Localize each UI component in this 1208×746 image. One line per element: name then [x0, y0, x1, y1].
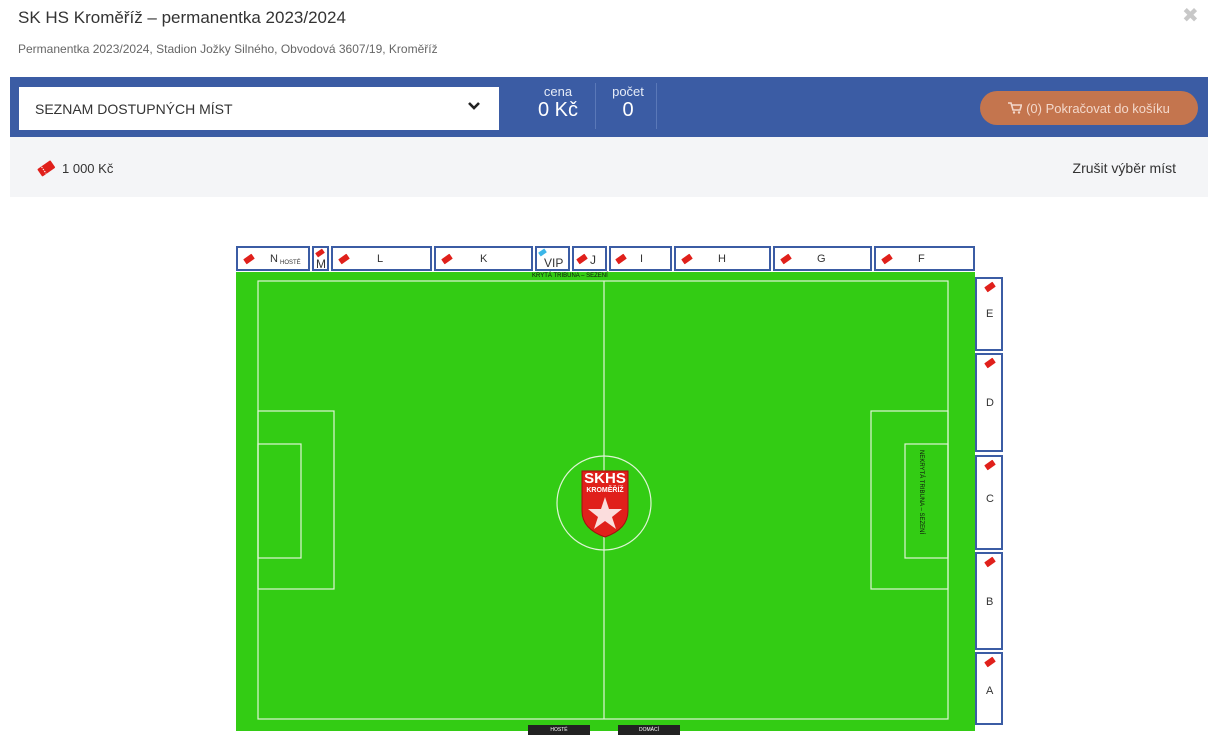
logo-subtext: KROMĚŘÍŽ: [586, 487, 624, 494]
sector-label: D: [986, 397, 994, 409]
sector-c[interactable]: C: [975, 455, 1003, 550]
sector-label: J: [590, 253, 596, 267]
cart-icon: [1008, 102, 1023, 114]
cancel-selection-link[interactable]: Zrušit výběr míst: [1073, 160, 1176, 176]
logo-text: SKHS: [584, 470, 626, 487]
sector-sublabel: HOSTÉ: [280, 260, 301, 266]
price-strip: 1 000 Kč Zrušit výběr míst: [10, 137, 1208, 197]
count-label: počet: [612, 84, 644, 99]
ticket-icon: [984, 556, 996, 568]
page-title: SK HS Kroměříž – permanentka 2023/2024: [18, 8, 346, 27]
sector-m[interactable]: M: [312, 246, 329, 271]
pitch: KRYTÁ TRIBUNA – SEZENÍ NEKRYTÁ TRIBUNA –…: [236, 272, 975, 731]
sector-e[interactable]: E: [975, 277, 1003, 351]
sector-label: A: [986, 685, 994, 697]
sector-label: N: [270, 253, 278, 265]
sector-k[interactable]: K: [434, 246, 533, 271]
price-tag: 1 000 Kč: [36, 159, 113, 177]
page-subtitle: Permanentka 2023/2024, Stadion Jožky Sil…: [18, 42, 438, 56]
sector-f[interactable]: F: [874, 246, 975, 271]
count-box: počet 0: [608, 84, 648, 122]
ticket-icon: [984, 459, 996, 471]
sector-j[interactable]: J: [572, 246, 607, 271]
ticket-icon: [681, 253, 693, 265]
toolbar: SEZNAM DOSTUPNÝCH MÍST cena 0 Kč počet 0…: [10, 77, 1208, 137]
sector-label: K: [480, 253, 488, 265]
ticket-icon: [615, 253, 627, 265]
sector-label: E: [986, 308, 994, 320]
sector-select-value: SEZNAM DOSTUPNÝCH MÍST: [35, 100, 233, 117]
sector-b[interactable]: B: [975, 552, 1003, 650]
ticket-icon: [984, 656, 996, 668]
sector-label: C: [986, 493, 994, 505]
divider: [595, 83, 596, 129]
ticket-icon: [984, 357, 996, 369]
sector-select[interactable]: SEZNAM DOSTUPNÝCH MÍST: [19, 87, 499, 130]
sector-label: L: [377, 253, 384, 265]
ticket-icon: [984, 281, 996, 293]
ticket-icon: [243, 253, 255, 265]
sector-label: G: [817, 253, 826, 265]
sector-a[interactable]: A: [975, 652, 1003, 725]
club-logo: SKHS KROMĚŘÍŽ: [578, 467, 632, 539]
sector-n[interactable]: N HOSTÉ: [236, 246, 310, 271]
ticket-icon: [441, 253, 453, 265]
ticket-icon: [37, 160, 56, 177]
sector-label: H: [718, 253, 726, 265]
cart-label: (0) Pokračovat do košíku: [1026, 100, 1170, 116]
sector-label: B: [986, 596, 994, 608]
sector-label: VIP: [544, 256, 564, 270]
ticket-icon: [780, 253, 792, 265]
ticket-icon: [576, 253, 588, 265]
price-tag-value: 1 000 Kč: [62, 160, 114, 176]
divider: [656, 83, 657, 129]
chevron-down-icon: [468, 102, 480, 110]
price-label: cena: [543, 84, 573, 99]
price-value: 0 Kč: [537, 99, 579, 121]
sector-h[interactable]: H: [674, 246, 771, 271]
close-icon[interactable]: ✖: [1182, 6, 1199, 26]
cart-button[interactable]: (0) Pokračovat do košíku: [980, 91, 1198, 125]
sector-i[interactable]: I: [609, 246, 672, 271]
sector-d[interactable]: D: [975, 353, 1003, 452]
count-value: 0: [622, 99, 634, 121]
price-box: cena 0 Kč: [530, 84, 586, 122]
top-stand-label: KRYTÁ TRIBUNA – SEZENÍ: [532, 273, 608, 279]
ticket-icon: [881, 253, 893, 265]
right-stand-label: NEKRYTÁ TRIBUNA – SEZENÍ: [918, 450, 924, 535]
sector-l[interactable]: L: [331, 246, 432, 271]
bench-away: HOSTÉ: [528, 725, 590, 735]
sector-label: F: [918, 253, 925, 265]
sector-vip[interactable]: VIP: [535, 246, 570, 271]
sector-g[interactable]: G: [773, 246, 872, 271]
sector-label: M: [316, 257, 326, 271]
ticket-icon: [338, 253, 350, 265]
sector-label: I: [640, 253, 644, 265]
bench-home: DOMÁCÍ: [618, 725, 680, 735]
